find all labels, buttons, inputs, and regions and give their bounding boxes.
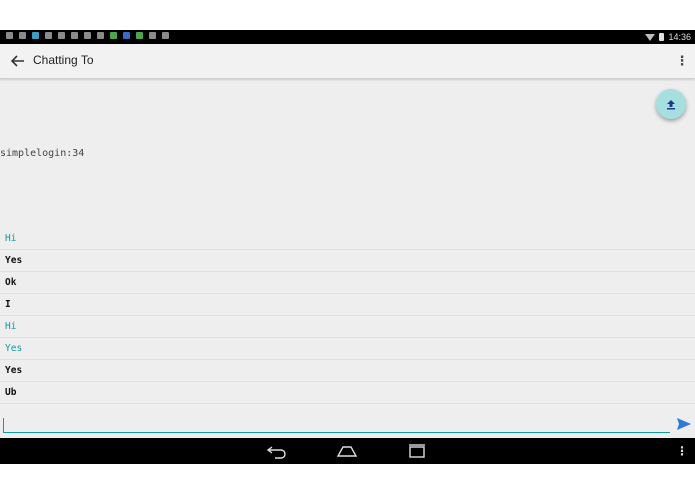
page-title: Chatting To [33, 53, 94, 67]
message-row[interactable]: Yes [0, 338, 695, 360]
text-cursor [3, 418, 4, 432]
flipboard-icon [58, 32, 65, 39]
overflow-menu-icon: ⋮ [675, 53, 689, 69]
message-row[interactable]: I [0, 294, 695, 316]
message-text: I [5, 299, 11, 310]
back-arrow-icon [11, 55, 24, 67]
nav-menu-icon: ⋮ [676, 444, 688, 458]
battery-icon [659, 33, 665, 41]
status-notification-icons [6, 32, 169, 39]
send-icon [677, 418, 691, 430]
upload-fab-button[interactable] [656, 89, 686, 119]
nav-back-button[interactable] [266, 443, 288, 459]
message-text: Hi [5, 321, 17, 332]
notification-icon [6, 32, 13, 39]
nav-home-button[interactable] [336, 443, 358, 459]
app-bar: Chatting To ⋮ [0, 44, 695, 79]
overflow-menu-button[interactable]: ⋮ [675, 52, 689, 70]
status-indicators: 14:36 [645, 30, 691, 44]
nav-menu-button[interactable]: ⋮ [676, 443, 688, 459]
upload-icon [667, 99, 675, 109]
status-time: 14:36 [668, 32, 691, 42]
message-text: Yes [5, 255, 23, 266]
contact-id-label: simplelogin:34 [0, 148, 85, 159]
settings-icon [19, 32, 26, 39]
message-text: Yes [5, 365, 23, 376]
navigation-bar: ⋮ [0, 438, 695, 464]
message-row[interactable]: Hi [0, 228, 695, 250]
message-input[interactable] [3, 416, 670, 433]
message-row[interactable]: Yes [0, 360, 695, 382]
message-text: Hi [5, 233, 17, 244]
sync-icon [97, 32, 104, 39]
usb-icon [149, 32, 156, 39]
link-icon [84, 32, 91, 39]
message-row[interactable]: Ok [0, 272, 695, 294]
download-icon [110, 32, 117, 39]
message-row[interactable]: Yes [0, 250, 695, 272]
back-button[interactable] [8, 51, 28, 71]
send-button[interactable] [676, 416, 692, 432]
message-list[interactable]: Hi Yes Ok I Hi Yes Yes Ub [0, 228, 695, 404]
message-row[interactable]: Hi [0, 316, 695, 338]
gallery-icon [45, 32, 52, 39]
app-icon [32, 32, 39, 39]
wifi-icon [645, 33, 656, 41]
chat-screen: 14:36 Chatting To ⋮ simplelogin:34 Hi Yes… [0, 30, 695, 464]
message-text: Ub [5, 387, 17, 398]
video-icon [71, 32, 78, 39]
message-text: Yes [5, 343, 23, 354]
status-bar: 14:36 [0, 30, 695, 44]
image-icon [162, 32, 169, 39]
nav-recents-button[interactable] [406, 443, 428, 459]
mail-icon [123, 32, 130, 39]
message-row[interactable]: Ub [0, 382, 695, 404]
message-text: Ok [5, 277, 17, 288]
android-icon [136, 32, 143, 39]
